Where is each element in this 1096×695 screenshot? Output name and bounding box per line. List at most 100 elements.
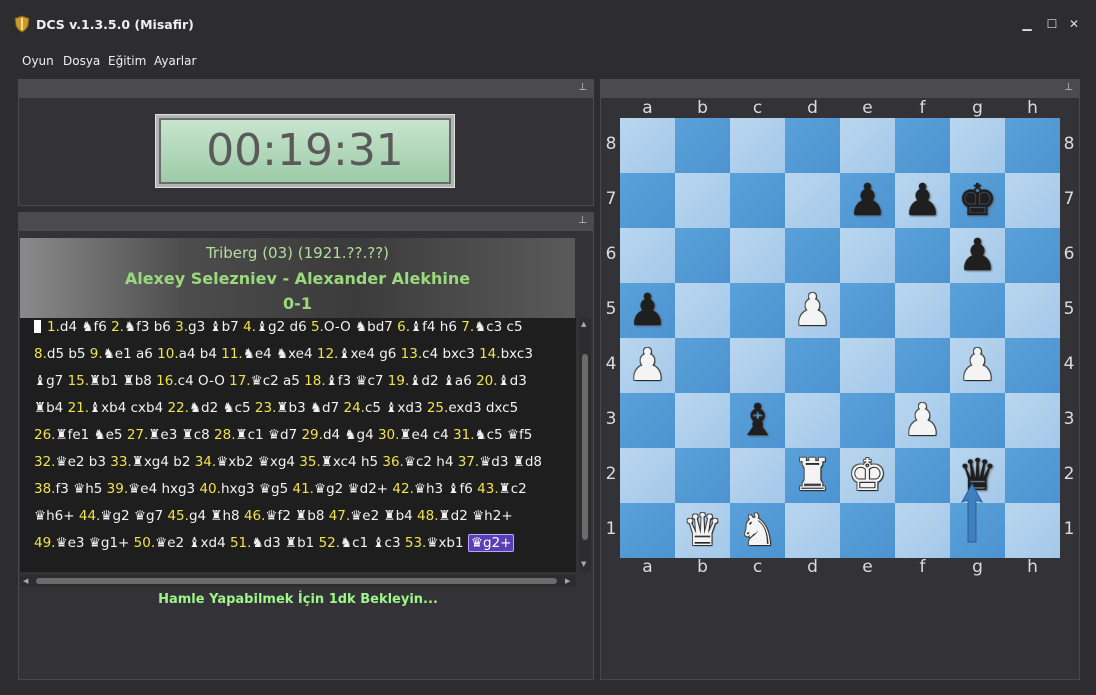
move-text[interactable]: c4 O-O — [178, 373, 229, 389]
square-e3[interactable] — [840, 393, 895, 448]
move-text[interactable]: g3 ♝b7 — [188, 319, 243, 335]
white-pawn-a4-icon[interactable]: ♟ — [620, 338, 675, 393]
move-text[interactable]: ♜e4 c4 — [399, 427, 453, 443]
close-icon[interactable]: ✕ — [1067, 17, 1081, 31]
move-text[interactable]: ♞c3 c5 — [474, 319, 522, 335]
move-text[interactable]: ♝g2 d6 — [256, 319, 311, 335]
black-pawn-a5-icon[interactable]: ♟ — [620, 283, 675, 338]
move-text[interactable]: ♜e3 ♜c8 — [148, 427, 214, 443]
square-h6[interactable] — [1005, 228, 1060, 283]
move-text[interactable]: ♝f4 h6 — [410, 319, 461, 335]
square-e6[interactable] — [840, 228, 895, 283]
white-queen-b1-icon[interactable]: ♛ — [675, 503, 730, 558]
move-text[interactable]: ♝xb4 cxb4 — [89, 400, 167, 416]
square-g8[interactable] — [950, 118, 1005, 173]
scroll-left-icon[interactable]: ◀ — [23, 577, 28, 585]
minimize-icon[interactable]: ▁ — [1020, 17, 1034, 31]
square-c4[interactable] — [730, 338, 785, 393]
move-text[interactable]: ♛xb1 — [426, 535, 468, 551]
move-text[interactable]: ♜fe1 ♞e5 — [55, 427, 126, 443]
move-text[interactable]: ♛e4 hxg3 — [128, 481, 199, 497]
move-text[interactable]: f3 ♛h5 — [55, 481, 106, 497]
square-f2[interactable] — [895, 448, 950, 503]
move-text[interactable]: ♜b3 ♞d7 — [276, 400, 343, 416]
move-text[interactable]: ♜xg4 b2 — [132, 454, 195, 470]
pin-icon[interactable]: ⊥ — [578, 82, 587, 93]
move-text[interactable]: ♜b1 ♜b8 — [89, 373, 156, 389]
move-text[interactable]: ♝d2 ♝a6 — [409, 373, 476, 389]
move-text[interactable]: ♞d3 ♜b1 — [251, 535, 318, 551]
square-f6[interactable] — [895, 228, 950, 283]
square-a8[interactable] — [620, 118, 675, 173]
move-text[interactable]: ♜d2 ♛h2+ — [439, 508, 513, 524]
move-text[interactable]: ♛g2 ♛d2+ — [314, 481, 392, 497]
horizontal-scroll-thumb[interactable] — [36, 578, 557, 584]
square-a7[interactable] — [620, 173, 675, 228]
move-text[interactable]: ♛c2 a5 — [251, 373, 305, 389]
move-text[interactable]: ♛g2 ♛g7 — [100, 508, 167, 524]
square-h5[interactable] — [1005, 283, 1060, 338]
square-f5[interactable] — [895, 283, 950, 338]
move-list-vertical-scrollbar[interactable]: ▲ ▼ — [579, 318, 591, 572]
square-e8[interactable] — [840, 118, 895, 173]
white-pawn-f3-icon[interactable]: ♟ — [895, 393, 950, 448]
move-list[interactable]: 1.d4 ♞f6 2.♞f3 b6 3.g3 ♝b7 4.♝g2 d6 5.O-… — [20, 318, 576, 572]
maximize-icon[interactable]: ☐ — [1045, 17, 1059, 31]
square-a3[interactable] — [620, 393, 675, 448]
move-text[interactable]: ♝f3 ♛c7 — [326, 373, 388, 389]
square-d1[interactable] — [785, 503, 840, 558]
square-e1[interactable] — [840, 503, 895, 558]
square-h7[interactable] — [1005, 173, 1060, 228]
scroll-right-icon[interactable]: ▶ — [565, 577, 570, 585]
pin-icon[interactable]: ⊥ — [1064, 82, 1073, 93]
move-text[interactable]: ♞f3 b6 — [124, 319, 175, 335]
scroll-down-icon[interactable]: ▼ — [581, 560, 586, 568]
move-text[interactable]: ♛d3 ♜d8 — [479, 454, 542, 470]
white-pawn-g4-icon[interactable]: ♟ — [950, 338, 1005, 393]
move-text[interactable]: ♛f2 ♜b8 — [265, 508, 328, 524]
move-text[interactable]: ♞e4 ♞xe4 — [243, 346, 317, 362]
black-pawn-g6-icon[interactable]: ♟ — [950, 228, 1005, 283]
square-c2[interactable] — [730, 448, 785, 503]
move-text[interactable]: ♛h3 ♝f6 — [414, 481, 477, 497]
square-b3[interactable] — [675, 393, 730, 448]
move-text[interactable]: ♜c1 ♛d7 — [236, 427, 302, 443]
move-text[interactable]: d4 ♞f6 — [60, 319, 111, 335]
move-text[interactable]: ♛e3 ♛g1+ — [55, 535, 133, 551]
square-h4[interactable] — [1005, 338, 1060, 393]
menu-egitim[interactable]: Eğitim — [108, 54, 146, 68]
menu-oyun[interactable]: Oyun — [22, 54, 54, 68]
move-text[interactable]: c4 bxc3 — [422, 346, 479, 362]
move-list-horizontal-scrollbar[interactable]: ◀ ▶ — [20, 575, 576, 587]
move-text[interactable]: d4 ♞g4 — [323, 427, 378, 443]
move-text[interactable]: ♞e1 a6 — [103, 346, 157, 362]
square-h2[interactable] — [1005, 448, 1060, 503]
square-c7[interactable] — [730, 173, 785, 228]
move-text[interactable]: ♛c2 h4 — [404, 454, 458, 470]
move-text[interactable]: ♞d2 ♞c5 — [189, 400, 255, 416]
move-text[interactable]: ♛e2 b3 — [55, 454, 110, 470]
scroll-up-icon[interactable]: ▲ — [581, 320, 586, 328]
square-d8[interactable] — [785, 118, 840, 173]
black-pawn-f7-icon[interactable]: ♟ — [895, 173, 950, 228]
move-text[interactable]: d5 b5 — [47, 346, 90, 362]
square-b8[interactable] — [675, 118, 730, 173]
square-e5[interactable] — [840, 283, 895, 338]
square-g5[interactable] — [950, 283, 1005, 338]
square-c8[interactable] — [730, 118, 785, 173]
move-text[interactable]: ♞c1 ♝c3 — [340, 535, 405, 551]
square-d4[interactable] — [785, 338, 840, 393]
square-f4[interactable] — [895, 338, 950, 393]
square-c5[interactable] — [730, 283, 785, 338]
move-text[interactable]: O-O ♞bd7 — [324, 319, 397, 335]
square-h3[interactable] — [1005, 393, 1060, 448]
square-c6[interactable] — [730, 228, 785, 283]
square-b5[interactable] — [675, 283, 730, 338]
square-e4[interactable] — [840, 338, 895, 393]
move-text[interactable]: c5 ♝xd3 — [365, 400, 427, 416]
vertical-scroll-thumb[interactable] — [582, 354, 588, 540]
black-pawn-e7-icon[interactable]: ♟ — [840, 173, 895, 228]
menu-ayarlar[interactable]: Ayarlar — [154, 54, 196, 68]
move-text[interactable]: hxg3 ♛g5 — [221, 481, 293, 497]
square-a1[interactable] — [620, 503, 675, 558]
